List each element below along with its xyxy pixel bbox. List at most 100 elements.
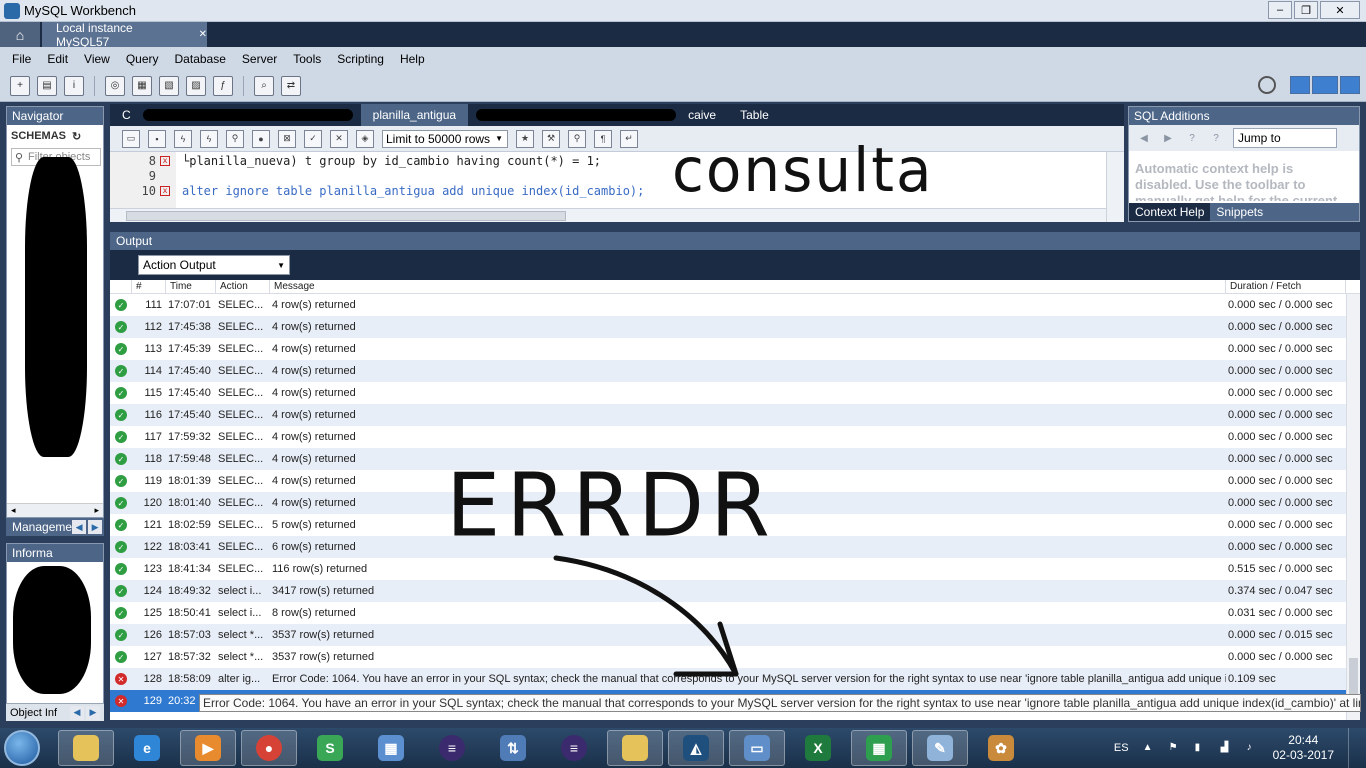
taskbar-network[interactable]: ⇅ bbox=[485, 730, 541, 766]
scroll-right-icon[interactable]: ▸ bbox=[94, 505, 99, 516]
minimize-button[interactable]: – bbox=[1268, 1, 1292, 19]
taskbar-rdp[interactable]: ▭ bbox=[729, 730, 785, 766]
menu-scripting[interactable]: Scripting bbox=[329, 52, 392, 66]
toggle-secondary-sidebar-icon[interactable] bbox=[1340, 76, 1360, 94]
management-tab-bar[interactable]: Manageme ◀ ▶ bbox=[6, 518, 104, 536]
next-tab-icon[interactable]: ▶ bbox=[88, 520, 103, 534]
editor-vscrollbar[interactable] bbox=[1106, 152, 1124, 222]
commit-icon[interactable]: ✓ bbox=[304, 129, 322, 148]
table-row[interactable]: ✓ 117 17:59:32 SELEC... 4 row(s) returned 0.0… bbox=[110, 426, 1360, 448]
clock[interactable]: 20:44 02-03-2017 bbox=[1273, 733, 1334, 763]
power-icon[interactable]: ▮ bbox=[1195, 742, 1207, 754]
taskbar-db[interactable]: ▦ bbox=[363, 730, 419, 766]
menu-query[interactable]: Query bbox=[118, 52, 167, 66]
taskbar-eclipse2[interactable]: ≡ bbox=[546, 730, 602, 766]
instance-tab[interactable]: Local instance MySQL57 ✕ bbox=[42, 21, 207, 49]
col-duration[interactable]: Duration / Fetch bbox=[1226, 280, 1346, 294]
signal-icon[interactable]: ▟ bbox=[1221, 742, 1233, 754]
menu-help[interactable]: Help bbox=[392, 52, 433, 66]
menu-database[interactable]: Database bbox=[167, 52, 234, 66]
editor-hscrollbar[interactable] bbox=[110, 208, 1106, 222]
jump-to-select[interactable]: Jump to bbox=[1233, 128, 1337, 148]
execute-icon[interactable]: ϟ bbox=[174, 129, 192, 148]
show-desktop-button[interactable] bbox=[1348, 728, 1358, 768]
toggle-sidebar-icon[interactable] bbox=[1290, 76, 1310, 94]
col-message[interactable]: Message bbox=[270, 280, 1226, 294]
refresh-schemas-icon[interactable]: ↻ bbox=[72, 130, 81, 143]
taskbar-notepad[interactable]: ✎ bbox=[912, 730, 968, 766]
menu-view[interactable]: View bbox=[76, 52, 118, 66]
execute-current-icon[interactable]: ϟ bbox=[200, 129, 218, 148]
invisible-chars-icon[interactable]: ¶ bbox=[594, 129, 612, 148]
add-snippet-icon[interactable]: ★ bbox=[516, 129, 534, 148]
taskbar-paint[interactable]: ✿ bbox=[973, 730, 1029, 766]
explain-icon[interactable]: ⚲ bbox=[226, 129, 244, 148]
home-tab[interactable]: ⌂ bbox=[0, 22, 40, 47]
stop-on-error-icon[interactable]: ◈ bbox=[356, 129, 374, 148]
table-row[interactable]: ✓ 115 17:45:40 SELEC... 4 row(s) returned 0.0… bbox=[110, 382, 1360, 404]
sql-editor[interactable]: 8 x └planilla_nueva) t group by id_cambi… bbox=[110, 152, 1124, 208]
rollback-icon[interactable]: ✕ bbox=[330, 129, 348, 148]
scroll-left-icon[interactable]: ◂ bbox=[11, 505, 16, 516]
editor-tab-table[interactable]: Table bbox=[728, 104, 781, 126]
show-hidden-icons-icon[interactable]: ▲ bbox=[1143, 742, 1155, 754]
editor-tab-caive[interactable]: caive bbox=[676, 104, 728, 126]
create-table-icon[interactable]: ▦ bbox=[132, 75, 152, 96]
manual-help-icon[interactable]: ? bbox=[1209, 131, 1223, 145]
back-icon[interactable]: ◀ bbox=[1137, 131, 1151, 145]
table-row[interactable]: ✓ 113 17:45:39 SELEC... 4 row(s) returned 0.0… bbox=[110, 338, 1360, 360]
taskbar-excel[interactable]: X bbox=[790, 730, 846, 766]
auto-help-icon[interactable]: ? bbox=[1185, 131, 1199, 145]
create-procedure-icon[interactable]: ▨ bbox=[186, 75, 206, 96]
table-row[interactable]: ✓ 112 17:45:38 SELEC... 4 row(s) returned 0.0… bbox=[110, 316, 1360, 338]
save-icon[interactable]: ▪ bbox=[148, 129, 166, 148]
taskbar-chrome[interactable]: ● bbox=[241, 730, 297, 766]
editor-tab-query[interactable]: C bbox=[110, 104, 143, 126]
new-sql-tab-icon[interactable]: + bbox=[10, 75, 30, 96]
taskbar-s-app[interactable]: S bbox=[302, 730, 358, 766]
output-type-select[interactable]: Action Output ▼ bbox=[138, 255, 290, 275]
tab-context-help[interactable]: Context Help bbox=[1129, 203, 1211, 221]
find-icon[interactable]: ⚲ bbox=[568, 129, 586, 148]
tab-snippets[interactable]: Snippets bbox=[1210, 203, 1269, 221]
taskbar-sheets[interactable]: ▦ bbox=[851, 730, 907, 766]
taskbar-explorer[interactable] bbox=[58, 730, 114, 766]
table-row[interactable]: ✓ 114 17:45:40 SELEC... 4 row(s) returned 0.0… bbox=[110, 360, 1360, 382]
col-time[interactable]: Time bbox=[166, 280, 216, 294]
create-function-icon[interactable]: ƒ bbox=[213, 75, 233, 96]
create-schema-icon[interactable]: ◎ bbox=[105, 75, 125, 96]
prev-tab-icon[interactable]: ◀ bbox=[70, 705, 84, 720]
search-table-data-icon[interactable]: ⌕ bbox=[254, 75, 274, 96]
preferences-gear-icon[interactable] bbox=[1258, 76, 1276, 94]
taskbar-workbench[interactable]: ◭ bbox=[668, 730, 724, 766]
close-button[interactable]: ✕ bbox=[1320, 1, 1360, 19]
col-action[interactable]: Action bbox=[216, 280, 270, 294]
wrap-lines-icon[interactable]: ↵ bbox=[620, 129, 638, 148]
maximize-button[interactable]: ❐ bbox=[1294, 1, 1318, 19]
inspector-icon[interactable]: i bbox=[64, 75, 84, 96]
instance-tab-close-icon[interactable]: ✕ bbox=[199, 29, 207, 40]
beautify-icon[interactable]: ⚒ bbox=[542, 129, 560, 148]
menu-edit[interactable]: Edit bbox=[39, 52, 76, 66]
forward-icon[interactable]: ▶ bbox=[1161, 131, 1175, 145]
stop-icon[interactable]: ● bbox=[252, 129, 270, 148]
navigator-hscrollbar[interactable]: ◂ ▸ bbox=[7, 503, 103, 517]
flag-icon[interactable]: ⚑ bbox=[1169, 742, 1181, 754]
scroll-thumb[interactable] bbox=[126, 211, 566, 221]
taskbar-media[interactable]: ▶ bbox=[180, 730, 236, 766]
taskbar-eclipse[interactable]: ≡ bbox=[424, 730, 480, 766]
taskbar-folder[interactable] bbox=[607, 730, 663, 766]
editor-tab-planilla-antigua[interactable]: planilla_antigua bbox=[360, 104, 469, 126]
language-indicator[interactable]: ES bbox=[1114, 742, 1129, 754]
menu-server[interactable]: Server bbox=[234, 52, 285, 66]
menu-file[interactable]: File bbox=[4, 52, 39, 66]
next-tab-icon[interactable]: ▶ bbox=[86, 705, 100, 720]
open-file-icon[interactable]: ▭ bbox=[122, 129, 140, 148]
toggle-autocommit-icon[interactable]: ⊠ bbox=[278, 129, 296, 148]
prev-tab-icon[interactable]: ◀ bbox=[72, 520, 87, 534]
col-number[interactable]: # bbox=[132, 280, 166, 294]
table-row[interactable]: ✓ 116 17:45:40 SELEC... 4 row(s) returned 0.0… bbox=[110, 404, 1360, 426]
taskbar-ie[interactable]: e bbox=[119, 730, 175, 766]
reconnect-icon[interactable]: ⇄ bbox=[281, 75, 301, 96]
open-sql-script-icon[interactable]: ▤ bbox=[37, 75, 57, 96]
